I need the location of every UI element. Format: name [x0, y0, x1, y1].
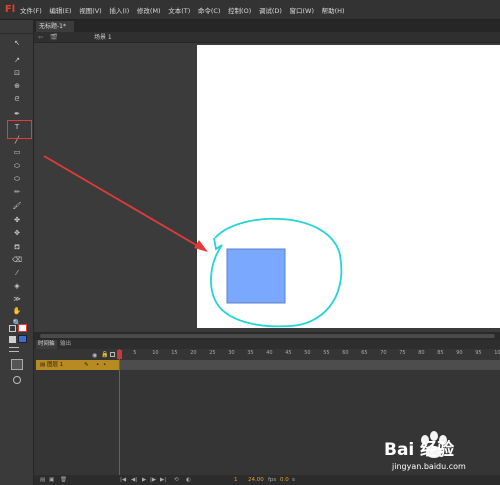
watermark-layer: Bai 经验	[384, 431, 455, 460]
watermark-brand: Bai 经验	[384, 439, 455, 460]
watermark-url: jingyan.baidu.com	[392, 462, 466, 471]
